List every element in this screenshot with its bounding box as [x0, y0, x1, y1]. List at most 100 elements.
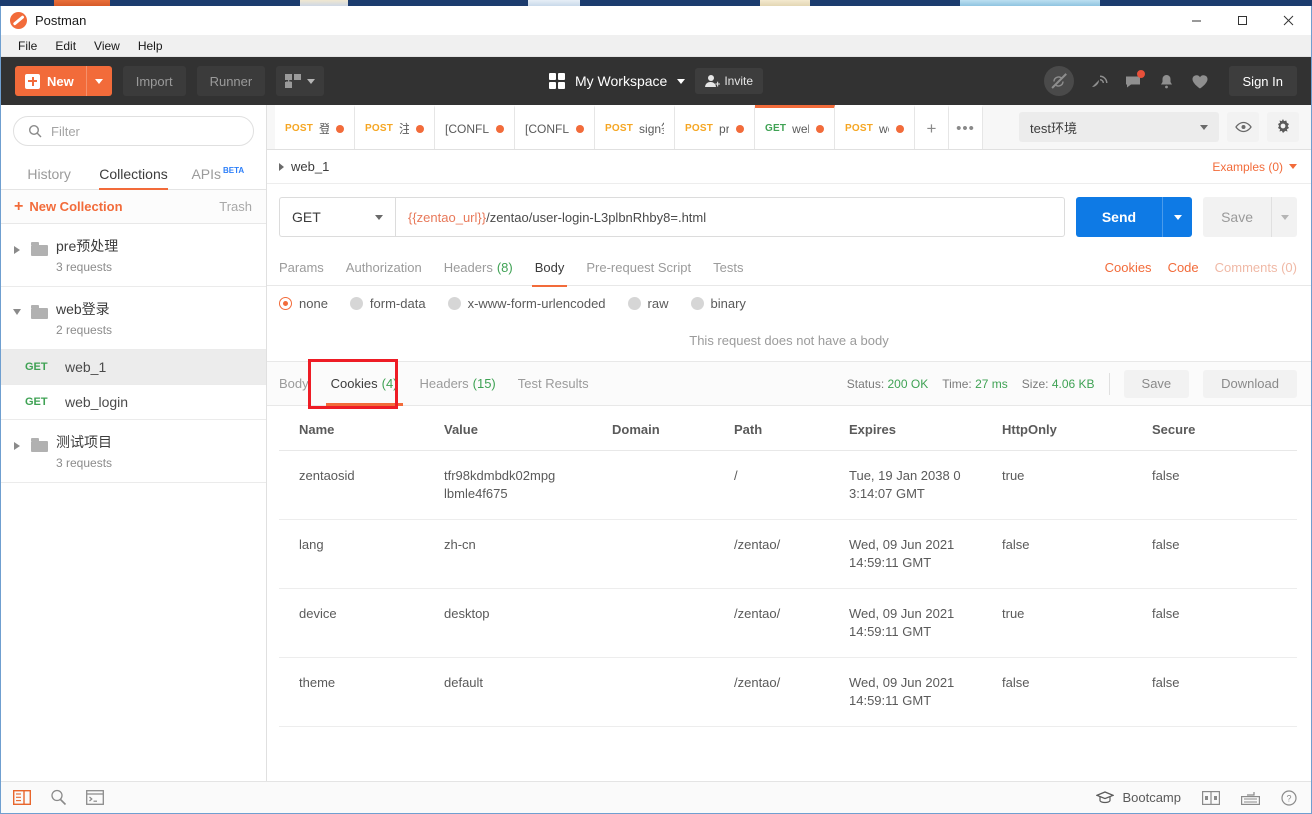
send-group: Send	[1075, 197, 1193, 237]
collection-item-test-project[interactable]: 测试项目 3 requests	[1, 420, 266, 483]
environment-select[interactable]: test环境	[1019, 112, 1219, 142]
heart-icon[interactable]	[1191, 73, 1209, 90]
save-button[interactable]: Save	[1203, 197, 1271, 237]
tab-headers[interactable]: Headers (8)	[433, 250, 524, 286]
radio-raw[interactable]: raw	[627, 296, 669, 311]
collapse-arrow[interactable]	[11, 299, 23, 315]
console-icon[interactable]	[86, 790, 104, 805]
request-tab-6-active[interactable]: GET web_	[755, 105, 835, 149]
sidebar-toggle-icon[interactable]	[13, 790, 31, 805]
request-title-left[interactable]: web_1	[279, 159, 329, 174]
find-icon[interactable]	[50, 789, 67, 806]
chevron-down-icon[interactable]	[677, 78, 686, 84]
bell-icon[interactable]	[1158, 73, 1175, 90]
http-method-select[interactable]: GET	[279, 197, 395, 237]
response-tab-body[interactable]: Body	[279, 362, 320, 406]
sidebar-tab-apis[interactable]: APIs BETA	[176, 166, 260, 189]
collection-item-web-login[interactable]: web登录 2 requests	[1, 287, 266, 350]
environment-quick-look-button[interactable]	[1227, 112, 1259, 142]
comments-link[interactable]: Comments (0)	[1215, 260, 1297, 275]
expand-arrow[interactable]	[11, 432, 23, 450]
radio-urlencoded[interactable]: x-www-form-urlencoded	[447, 296, 606, 311]
workspace-name[interactable]: My Workspace	[575, 73, 667, 89]
cell-expires: Wed, 09 Jun 2021 14:59:11 GMT	[829, 588, 982, 658]
tab-name: [CONFLIC	[525, 121, 569, 136]
tab-options-button[interactable]: •••	[949, 105, 983, 149]
cell-name: theme	[279, 657, 424, 727]
tab-name: [CONFLIC	[445, 121, 489, 136]
send-options-button[interactable]	[1162, 197, 1193, 237]
request-tab-1[interactable]: POST 注册	[355, 105, 435, 149]
send-button[interactable]: Send	[1075, 197, 1163, 237]
sidebar-tab-collections[interactable]: Collections	[91, 166, 175, 190]
examples-dropdown[interactable]: Examples (0)	[1212, 160, 1297, 174]
menu-edit[interactable]: Edit	[46, 37, 85, 55]
sign-in-button[interactable]: Sign In	[1228, 66, 1297, 96]
request-tab-2[interactable]: [CONFLIC	[435, 105, 515, 149]
code-link[interactable]: Code	[1168, 260, 1199, 275]
bootcamp-button[interactable]: Bootcamp	[1096, 790, 1181, 805]
close-button[interactable]	[1265, 6, 1311, 35]
tab-name: wet	[879, 121, 889, 136]
request-tab-strip: POST 登录 POST 注册 [CONFLIC [CONFLIC	[267, 105, 1311, 150]
notifications-messages-icon[interactable]	[1124, 70, 1145, 90]
request-tab-4[interactable]: POST sign签名	[595, 105, 675, 149]
menu-help[interactable]: Help	[129, 37, 172, 55]
new-collection-button[interactable]: + New Collection	[14, 199, 123, 215]
sync-off-icon[interactable]	[1043, 66, 1074, 96]
response-save-button[interactable]: Save	[1123, 369, 1190, 398]
cell-httponly: false	[982, 657, 1132, 727]
tab-method: POST	[285, 123, 314, 134]
settings-button[interactable]	[1267, 112, 1299, 142]
tab-authorization[interactable]: Authorization	[335, 250, 433, 286]
minimize-button[interactable]	[1173, 6, 1219, 35]
collection-item-pre[interactable]: pre预处理 3 requests	[1, 224, 266, 287]
cell-path: /	[714, 450, 829, 520]
cookies-link[interactable]: Cookies	[1105, 260, 1152, 275]
tab-method: POST	[685, 123, 714, 134]
response-tab-test-results[interactable]: Test Results	[507, 362, 600, 406]
radio-binary[interactable]: binary	[690, 296, 746, 311]
tab-params[interactable]: Params	[279, 250, 335, 286]
cell-httponly: true	[982, 450, 1132, 520]
satellite-icon[interactable]	[1090, 72, 1108, 90]
filter-box[interactable]	[13, 116, 254, 146]
keyboard-shortcuts-icon[interactable]	[1241, 791, 1260, 805]
request-item-web-login[interactable]: GET web_login	[1, 385, 266, 420]
menu-view[interactable]: View	[85, 37, 129, 55]
new-button[interactable]: New	[15, 66, 86, 96]
collection-list[interactable]: pre预处理 3 requests web登录 2 requests GET w…	[1, 224, 266, 781]
response-tab-headers[interactable]: Headers (15)	[409, 362, 507, 406]
help-icon[interactable]: ?	[1281, 789, 1297, 806]
request-item-web-1[interactable]: GET web_1	[1, 350, 266, 385]
response-tab-cookies[interactable]: Cookies (4)	[320, 362, 409, 406]
expand-arrow[interactable]	[11, 236, 23, 254]
menu-file[interactable]: File	[9, 37, 46, 55]
cookies-table-area[interactable]: Name Value Domain Path Expires HttpOnly …	[267, 406, 1311, 781]
new-dropdown-button[interactable]	[85, 66, 112, 96]
trash-button[interactable]: Trash	[219, 199, 252, 214]
response-download-button[interactable]: Download	[1203, 369, 1297, 398]
filter-input[interactable]	[51, 123, 239, 139]
tab-pre-request-script[interactable]: Pre-request Script	[575, 250, 702, 286]
new-tab-button[interactable]: +	[915, 105, 949, 149]
radio-form-data[interactable]: form-data	[349, 296, 426, 311]
sidebar-tab-history[interactable]: History	[7, 166, 91, 189]
table-row: lang zh-cn /zentao/ Wed, 09 Jun 2021 14:…	[279, 519, 1297, 589]
maximize-button[interactable]	[1219, 6, 1265, 35]
tab-tests[interactable]: Tests	[702, 250, 754, 286]
save-options-button[interactable]	[1271, 197, 1297, 237]
apps-grid-icon[interactable]	[548, 73, 565, 89]
tab-body[interactable]: Body	[524, 250, 576, 287]
two-pane-icon[interactable]	[1202, 790, 1220, 805]
radio-none[interactable]: none	[279, 296, 328, 311]
invite-button[interactable]: + Invite	[695, 68, 763, 94]
request-tab-7[interactable]: POST wet	[835, 105, 915, 149]
runner-button[interactable]: Runner	[196, 66, 266, 96]
new-workspace-button[interactable]: +	[276, 66, 325, 96]
request-tab-0[interactable]: POST 登录	[275, 105, 355, 149]
import-button[interactable]: Import	[122, 66, 186, 96]
request-tab-3[interactable]: [CONFLIC	[515, 105, 595, 149]
request-tab-5[interactable]: POST pre	[675, 105, 755, 149]
url-input[interactable]: {{zentao_url}}/zentao/user-login-L3plbnR…	[395, 197, 1065, 237]
